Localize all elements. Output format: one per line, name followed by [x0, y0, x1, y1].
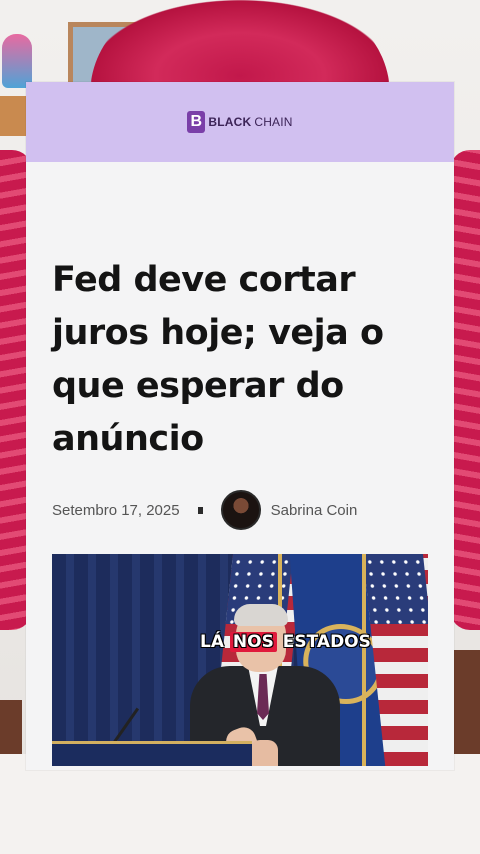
site-logo[interactable]: B BLACK CHAIN: [187, 111, 292, 133]
meta-separator: [197, 506, 203, 514]
author-name[interactable]: Sabrina Coin: [271, 502, 358, 519]
author-avatar[interactable]: [220, 490, 261, 530]
logo-text-bold: BLACK: [208, 115, 252, 129]
flag-pole-right: [362, 554, 366, 766]
speaker-hair: [234, 604, 288, 626]
logo-text-light: CHAIN: [254, 115, 293, 129]
caption-highlight: NOS: [229, 632, 277, 652]
publish-date: Setembro 17, 2025: [52, 501, 180, 519]
caption-text-1: LÁ: [200, 632, 230, 652]
caption-text-2: ESTADOS: [276, 632, 371, 652]
article-card: B BLACK CHAIN Fed deve cortar juros hoje…: [26, 82, 454, 770]
flag-stars-right: [361, 554, 428, 624]
article-meta: Setembro 17, 2025 Sabrina Coin: [52, 490, 357, 530]
article-photo: LÁ NOS ESTADOS: [52, 554, 428, 766]
presenter-hair: [90, 0, 390, 95]
logo-mark-icon: B: [187, 111, 206, 133]
background-toy: [2, 34, 32, 88]
speaker-hand-right: [250, 740, 278, 766]
article-headline: Fed deve cortar juros hoje; veja o que e…: [52, 260, 384, 459]
video-caption: LÁ NOS ESTADOS: [196, 630, 375, 654]
presenter-hair-right: [450, 150, 480, 630]
site-header: B BLACK CHAIN: [26, 82, 454, 162]
podium: [52, 741, 252, 766]
